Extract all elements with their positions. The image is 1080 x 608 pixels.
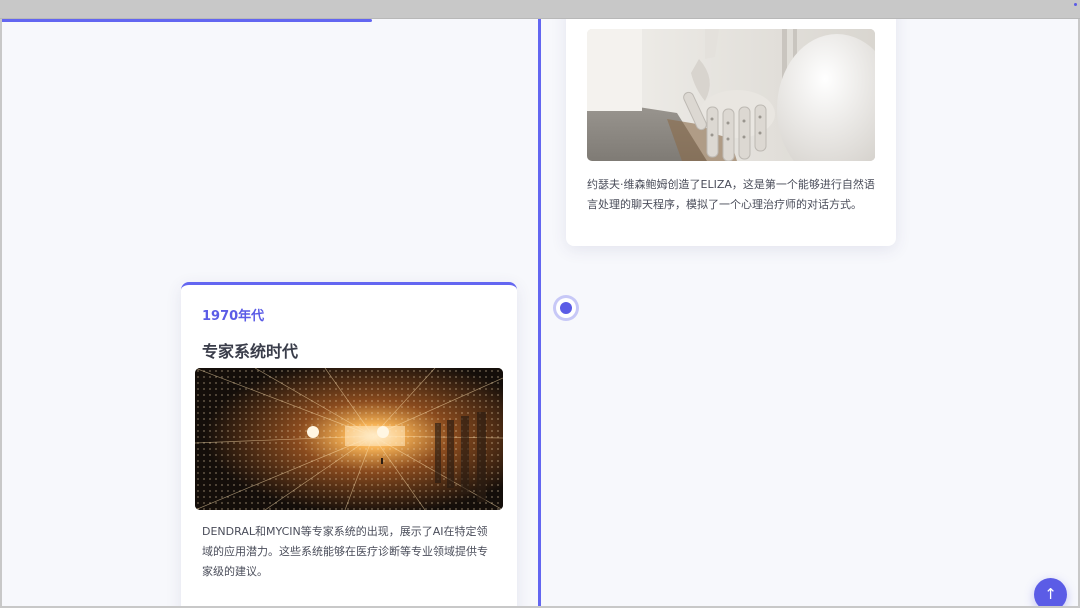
timeline-card-eliza[interactable]: 约瑟夫·维森鲍姆创造了ELIZA，这是第一个能够进行自然语言处理的聊天程序，模拟…	[566, 19, 896, 246]
card-title: 专家系统时代	[202, 342, 299, 361]
timeline-node-icon	[553, 295, 579, 321]
card-description: DENDRAL和MYCIN等专家系统的出现，展示了AI在特定领域的应用潜力。这些…	[202, 525, 488, 578]
scroll-progress-bar	[2, 19, 372, 22]
browser-viewport: 约瑟夫·维森鲍姆创造了ELIZA，这是第一个能够进行自然语言处理的聊天程序，模拟…	[0, 0, 1080, 608]
back-to-top-button[interactable]: ↑	[1034, 578, 1067, 606]
card-date: 1970年代	[202, 309, 265, 324]
robot-hand-illustration	[587, 29, 875, 161]
light-tunnel-image	[195, 368, 503, 510]
card-description: 约瑟夫·维森鲍姆创造了ELIZA，这是第一个能够进行自然语言处理的聊天程序，模拟…	[587, 178, 875, 211]
timeline-line	[538, 19, 541, 606]
robot-hand-image	[587, 29, 875, 161]
arrow-up-icon: ↑	[1044, 585, 1057, 603]
status-dot-icon	[1074, 3, 1077, 6]
light-tunnel-illustration	[195, 368, 503, 510]
timeline-page[interactable]: 约瑟夫·维森鲍姆创造了ELIZA，这是第一个能够进行自然语言处理的聊天程序，模拟…	[2, 19, 1078, 606]
browser-top-bar	[0, 0, 1080, 19]
timeline-card-expert-systems[interactable]: 1970年代 专家系统时代 DENDRAL和MYCIN等专家系统的出现，展示了A…	[181, 282, 517, 606]
